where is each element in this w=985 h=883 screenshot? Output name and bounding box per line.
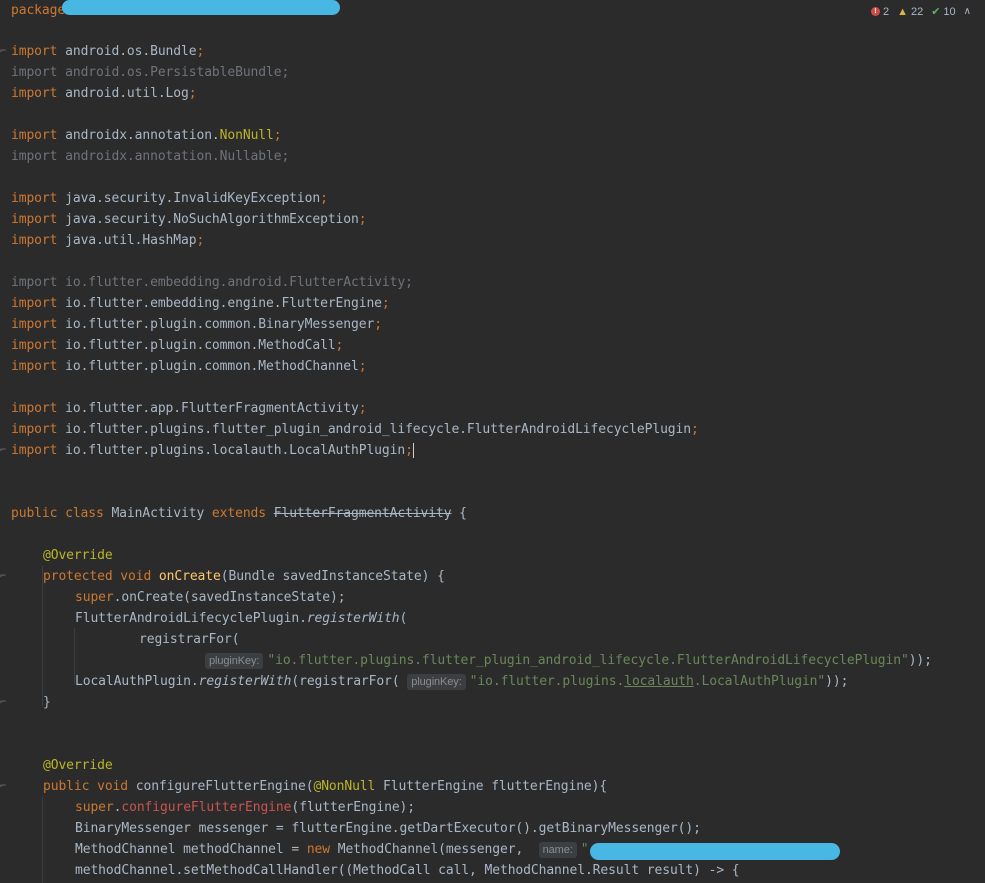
fold-marker-icon[interactable]: ⌐ [0, 697, 6, 708]
warning-icon: ▲ [897, 5, 908, 18]
code-line-import[interactable]: import io.flutter.app.FlutterFragmentAct… [11, 398, 367, 419]
fold-marker-icon[interactable]: ⌐ [0, 46, 6, 57]
fold-marker-icon[interactable]: ⌐ [0, 445, 6, 456]
error-icon: ! [870, 7, 880, 16]
code-line-register-localauth[interactable]: LocalAuthPlugin.registerWith(registrarFo… [75, 671, 848, 692]
code-line-annotation[interactable]: @Override [43, 755, 113, 776]
code-line-import[interactable]: import java.security.InvalidKeyException… [11, 188, 328, 209]
code-line-annotation[interactable]: @Override [43, 545, 113, 566]
fold-marker-icon[interactable]: ⌐ [0, 571, 6, 582]
weak-warning-count[interactable]: ✔ 10 [931, 5, 955, 19]
code-line-import[interactable]: import io.flutter.embedding.engine.Flutt… [11, 293, 390, 314]
code-line-import[interactable]: import androidx.annotation.NonNull; [11, 125, 282, 146]
code-line-import[interactable]: import io.flutter.plugin.common.MethodCh… [11, 356, 367, 377]
inspection-status[interactable]: ! 2 ▲ 22 ✔ 10 ∧ [870, 5, 971, 19]
indent-guide [42, 566, 43, 706]
code-line-method-channel[interactable]: MethodChannel methodChannel = new Method… [75, 839, 589, 860]
code-line-import-unused[interactable]: import android.os.PersistableBundle; [11, 62, 289, 83]
code-line-call-handler[interactable]: methodChannel.setMethodCallHandler((Meth… [75, 860, 740, 881]
parameter-hint: pluginKey: [205, 653, 264, 669]
code-line-package[interactable]: package [11, 0, 65, 21]
code-line-configure[interactable]: public void configureFlutterEngine(@NonN… [43, 776, 607, 797]
code-line-super-call[interactable]: super.onCreate(savedInstanceState); [75, 587, 346, 608]
code-line-super-configure[interactable]: super.configureFlutterEngine(flutterEngi… [75, 797, 415, 818]
chevron-up-icon[interactable]: ∧ [964, 6, 971, 17]
text-cursor [412, 443, 414, 458]
parameter-hint: pluginKey: [407, 674, 466, 690]
redaction-mark [590, 843, 840, 860]
code-line-import[interactable]: import java.util.HashMap; [11, 230, 204, 251]
parameter-hint: name: [538, 842, 577, 858]
code-line-import[interactable]: import io.flutter.plugins.localauth.Loca… [11, 440, 414, 461]
code-line-import[interactable]: import android.util.Log; [11, 83, 197, 104]
code-line-import[interactable]: import android.os.Bundle; [11, 41, 204, 62]
code-line-class-declaration[interactable]: public class MainActivity extends Flutte… [11, 503, 467, 524]
fold-marker-icon[interactable]: ⌐ [0, 781, 6, 792]
code-line-registrar-for[interactable]: registrarFor( [139, 629, 240, 650]
code-line-register-lifecycle[interactable]: FlutterAndroidLifecyclePlugin.registerWi… [75, 608, 407, 629]
redaction-mark [62, 0, 340, 15]
indent-guide [42, 797, 43, 883]
code-line-import-unused[interactable]: import io.flutter.embedding.android.Flut… [11, 272, 413, 293]
warning-count[interactable]: ▲ 22 [897, 6, 923, 18]
code-line-import[interactable]: import java.security.NoSuchAlgorithmExce… [11, 209, 367, 230]
code-editor[interactable]: ! 2 ▲ 22 ✔ 10 ∧ package import android.o… [0, 0, 985, 883]
check-icon: ✔ [931, 6, 941, 18]
code-line-import-unused[interactable]: import androidx.annotation.Nullable; [11, 146, 289, 167]
code-line-close-brace[interactable]: } [43, 692, 51, 713]
code-line-import[interactable]: import io.flutter.plugin.common.MethodCa… [11, 335, 343, 356]
code-line-messenger[interactable]: BinaryMessenger messenger = flutterEngin… [75, 818, 701, 839]
error-count[interactable]: ! 2 [870, 6, 889, 18]
code-line-import[interactable]: import io.flutter.plugin.common.BinaryMe… [11, 314, 382, 335]
code-line-oncreate[interactable]: protected void onCreate(Bundle savedInst… [43, 566, 445, 587]
code-line-plugin-key[interactable]: pluginKey: "io.flutter.plugins.flutter_pl… [205, 650, 932, 671]
code-line-import[interactable]: import io.flutter.plugins.flutter_plugin… [11, 419, 699, 440]
